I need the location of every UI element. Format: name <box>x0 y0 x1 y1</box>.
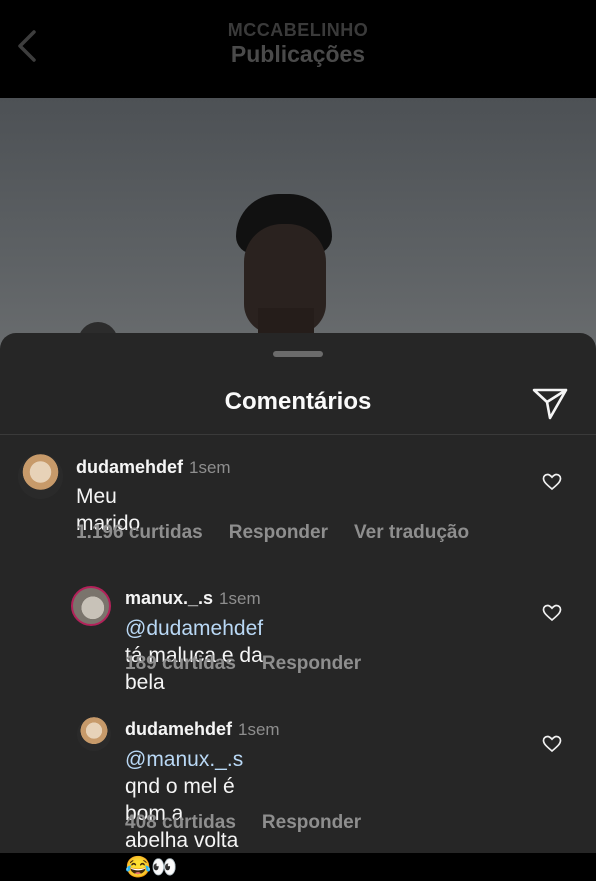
mention-link[interactable]: @manux._.s <box>125 748 243 771</box>
heart-outline-icon[interactable] <box>542 473 562 491</box>
send-icon[interactable] <box>530 385 570 421</box>
heart-outline-icon[interactable] <box>542 735 562 753</box>
app-header: MCCABELINHO Publicações <box>0 0 596 98</box>
avatar[interactable] <box>71 586 111 626</box>
likes-count[interactable]: 408 curtidas <box>125 812 236 833</box>
post-image <box>0 98 596 358</box>
translate-button[interactable]: Ver tradução <box>354 522 469 543</box>
comments-sheet: Comentários dudamehdef 1sem Meu marido 1.… <box>0 333 596 879</box>
mention-link[interactable]: @dudamehdef <box>125 617 263 640</box>
drag-handle[interactable] <box>273 351 323 357</box>
avatar[interactable] <box>18 454 63 499</box>
comment-text: abelha volta 😂👀 <box>125 829 239 879</box>
profile-username: MCCABELINHO <box>227 20 369 40</box>
comment-username[interactable]: manux._.s <box>125 588 213 608</box>
comment-username[interactable]: dudamehdef <box>125 719 232 739</box>
comment-time: 1sem <box>219 589 261 608</box>
comment-time: 1sem <box>189 458 231 477</box>
comment-username[interactable]: dudamehdef <box>76 457 183 477</box>
reply-button[interactable]: Responder <box>262 653 361 674</box>
likes-count[interactable]: 1.196 curtidas <box>76 522 203 543</box>
sheet-title: Comentários <box>224 388 372 415</box>
reply-button[interactable]: Responder <box>229 522 328 543</box>
heart-outline-icon[interactable] <box>542 604 562 622</box>
page-title: Publicações <box>230 41 366 67</box>
comment-time: 1sem <box>238 720 280 739</box>
likes-count[interactable]: 189 curtidas <box>125 653 236 674</box>
reply-button[interactable]: Responder <box>262 812 361 833</box>
avatar[interactable] <box>77 717 111 751</box>
divider <box>0 434 596 435</box>
